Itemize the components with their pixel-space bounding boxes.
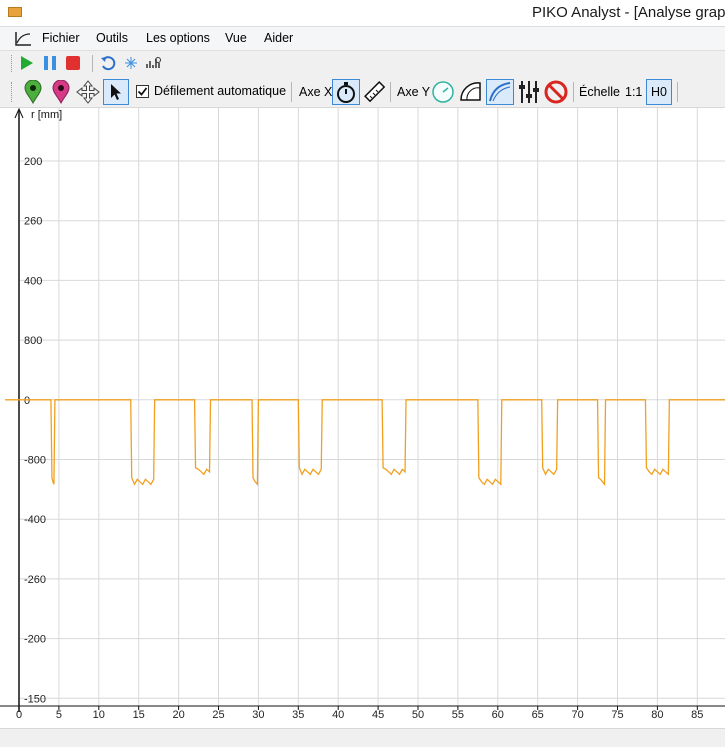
axis-y-curve-button[interactable]	[486, 79, 514, 105]
h0-button[interactable]: H0	[646, 79, 672, 105]
toolbar-separator	[573, 82, 574, 102]
sparkle-button[interactable]	[123, 54, 139, 72]
x-tick-label: 10	[93, 709, 105, 721]
window-title: PIKO Analyst - [Analyse graph	[532, 4, 725, 21]
x-tick-label: 55	[452, 709, 464, 721]
y-tick-label: 800	[24, 335, 42, 347]
menu-outils[interactable]: Outils	[96, 31, 128, 45]
x-tick-label: 85	[691, 709, 703, 721]
autoscroll-label[interactable]: Défilement automatique	[154, 84, 286, 98]
undo-icon	[101, 56, 116, 71]
y-tick-label: -260	[24, 574, 46, 586]
stopwatch-icon	[337, 82, 355, 103]
toolbar-grip	[11, 55, 12, 72]
y-axis-label: r [mm]	[31, 109, 62, 121]
y-tick-label: -200	[24, 634, 46, 646]
stop-button[interactable]	[64, 54, 82, 72]
x-tick-label: 70	[571, 709, 583, 721]
x-tick-label: 65	[532, 709, 544, 721]
playback-toolbar	[0, 51, 725, 76]
toolbar-separator	[390, 82, 391, 102]
signal-chart[interactable]: r [mm]2002604008000-800-400-260-200-1500…	[0, 100, 725, 728]
x-tick-label: 80	[651, 709, 663, 721]
checkmark-icon	[137, 87, 148, 96]
axis-y-label: Axe Y	[397, 85, 431, 99]
y-tick-label: 400	[24, 275, 42, 287]
axis-x-time-button[interactable]	[332, 79, 360, 105]
disable-button[interactable]	[543, 79, 569, 105]
play-button[interactable]	[18, 54, 36, 72]
app-icon	[8, 7, 22, 17]
prohibited-icon	[544, 80, 568, 104]
x-tick-label: 15	[133, 709, 145, 721]
stop-icon	[66, 56, 80, 70]
y-tick-label: -400	[24, 514, 46, 526]
protractor-icon	[460, 82, 481, 101]
sliders-icon	[519, 81, 539, 103]
graph-document-icon[interactable]	[14, 31, 32, 47]
signal-analysis-icon	[146, 57, 161, 68]
toolbar-separator	[92, 55, 93, 72]
curve-icon	[489, 82, 511, 102]
graph-area[interactable]: r [mm] 200 260 400 800 0 -800 -400 -260 -200 -150 0…	[0, 100, 725, 728]
gauge-icon	[432, 81, 454, 103]
x-tick-label: 60	[492, 709, 504, 721]
x-tick-label: 30	[252, 709, 264, 721]
signal-analysis-button[interactable]	[145, 54, 163, 72]
graph-toolbar: Défilement automatique Axe X Axe Y Échel…	[0, 76, 725, 108]
x-tick-label: 25	[212, 709, 224, 721]
menu-fichier[interactable]: Fichier	[42, 31, 80, 45]
menu-bar: Fichier Outils Les options Vue Aider	[0, 27, 725, 51]
toolbar-grip	[11, 82, 12, 102]
x-tick-label: 20	[172, 709, 184, 721]
pointer-tool-button[interactable]	[103, 79, 129, 105]
y-tick-label: -150	[24, 693, 46, 705]
title-bar: PIKO Analyst - [Analyse graph	[0, 0, 725, 27]
ruler-icon	[364, 81, 385, 103]
pause-icon	[44, 56, 56, 70]
pink-pin-icon	[52, 80, 70, 104]
sparkle-icon	[125, 57, 137, 69]
y-tick-label: 260	[24, 216, 42, 228]
x-tick-label: 50	[412, 709, 424, 721]
menu-les-options[interactable]: Les options	[146, 31, 210, 45]
y-tick-label: 200	[24, 156, 42, 168]
x-tick-label: 40	[332, 709, 344, 721]
status-bar	[0, 728, 725, 747]
play-icon	[21, 56, 33, 70]
toolbar-separator	[677, 82, 678, 102]
undo-button[interactable]	[99, 54, 117, 72]
y-tick-label: -800	[24, 455, 46, 467]
pause-button[interactable]	[41, 54, 59, 72]
pan-button[interactable]	[76, 80, 100, 104]
scale-ratio[interactable]: 1:1	[625, 85, 642, 99]
axis-y-gauge-button[interactable]	[430, 79, 456, 105]
h0-label: H0	[651, 85, 667, 99]
x-tick-label: 75	[611, 709, 623, 721]
axis-x-distance-button[interactable]	[362, 80, 386, 104]
x-tick-label: 35	[292, 709, 304, 721]
menu-vue[interactable]: Vue	[225, 31, 247, 45]
pink-marker-button[interactable]	[49, 79, 73, 105]
x-tick-label: 45	[372, 709, 384, 721]
axis-y-protractor-button[interactable]	[458, 79, 484, 105]
green-pin-icon	[24, 80, 42, 104]
y-tick-label: 0	[24, 395, 30, 407]
green-marker-button[interactable]	[21, 79, 45, 105]
menu-aider[interactable]: Aider	[264, 31, 293, 45]
filter-settings-button[interactable]	[516, 79, 542, 105]
scale-label: Échelle	[579, 85, 620, 99]
move-arrows-icon	[76, 80, 100, 104]
autoscroll-checkbox[interactable]	[136, 85, 149, 98]
axis-x-label: Axe X	[299, 85, 333, 99]
cursor-arrow-icon	[111, 84, 121, 100]
x-tick-label: 5	[56, 709, 62, 721]
x-tick-label: 0	[16, 709, 22, 721]
toolbar-separator	[291, 82, 292, 102]
